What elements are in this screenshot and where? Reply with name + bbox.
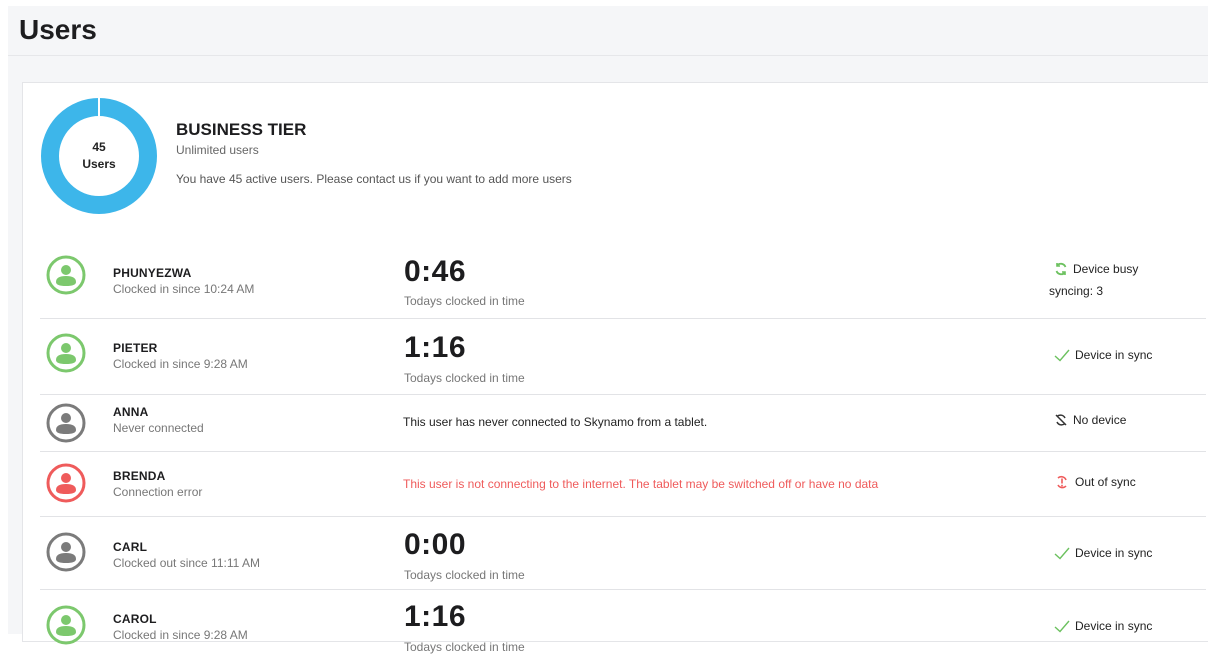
page-header: Users xyxy=(8,6,1208,56)
user-status: Connection error xyxy=(113,485,203,499)
user-name: ANNA xyxy=(113,405,149,419)
user-row[interactable]: PIETER Clocked in since 9:28 AM 1:16 Tod… xyxy=(40,319,1206,395)
clocked-time-label: Todays clocked in time xyxy=(404,371,525,385)
clocked-time-label: Todays clocked in time xyxy=(404,568,525,582)
no-sync-icon xyxy=(1055,414,1067,426)
sync-count: syncing: 3 xyxy=(1049,284,1104,298)
user-count-caption: Users xyxy=(82,157,116,171)
user-avatar-icon xyxy=(46,532,86,572)
sync-label: Device in sync xyxy=(1075,546,1153,560)
sync-status: Device busy xyxy=(1054,262,1138,276)
sync-status: Device in sync xyxy=(1054,619,1152,633)
user-row[interactable]: CARL Clocked out since 11:11 AM 0:00 Tod… xyxy=(40,517,1206,590)
content-area: 45 Users BUSINESS TIER Unlimited users Y… xyxy=(8,56,1208,654)
user-avatar-icon xyxy=(46,463,86,503)
check-icon xyxy=(1054,349,1070,362)
tier-title: BUSINESS TIER xyxy=(176,120,307,139)
user-name: BRENDA xyxy=(113,469,166,483)
check-icon xyxy=(1054,547,1070,560)
status-message: This user is not connecting to the inter… xyxy=(403,477,879,491)
user-name: PHUNYEZWA xyxy=(113,266,192,280)
user-name: PIETER xyxy=(113,341,158,355)
user-row[interactable]: BRENDA Connection error This user is not… xyxy=(40,452,1206,517)
user-count-number: 45 xyxy=(92,140,106,154)
sync-label: Out of sync xyxy=(1075,475,1136,489)
user-row[interactable]: CAROL Clocked in since 9:28 AM 1:16 Toda… xyxy=(40,590,1206,660)
out-of-sync-icon xyxy=(1057,475,1067,489)
sync-status: Device in sync xyxy=(1054,546,1152,560)
check-icon xyxy=(1054,620,1070,633)
user-status: Clocked in since 9:28 AM xyxy=(113,357,248,371)
clocked-time: 1:16 xyxy=(404,331,467,364)
user-name: CAROL xyxy=(113,612,157,626)
sync-label: Device in sync xyxy=(1075,619,1153,633)
clocked-time: 1:16 xyxy=(404,600,467,633)
user-count-label: 45 Users xyxy=(40,97,158,215)
user-avatar-icon xyxy=(46,255,86,295)
status-message: This user has never connected to Skynamo… xyxy=(403,415,708,429)
sync-status: Out of sync xyxy=(1054,475,1136,489)
clocked-time-label: Todays clocked in time xyxy=(404,640,525,654)
refresh-icon xyxy=(1055,262,1067,276)
sync-status: Device in sync xyxy=(1054,348,1152,362)
clocked-time: 0:00 xyxy=(404,528,467,561)
user-status: Clocked out since 11:11 AM xyxy=(113,556,260,570)
page-title: Users xyxy=(19,14,97,45)
tier-limit: Unlimited users xyxy=(176,143,259,157)
sync-label: Device in sync xyxy=(1075,348,1153,362)
user-status: Never connected xyxy=(113,421,204,435)
user-avatar-icon xyxy=(46,403,86,443)
user-name: CARL xyxy=(113,540,148,554)
clocked-time: 0:46 xyxy=(404,255,467,288)
tier-info: You have 45 active users. Please contact… xyxy=(176,172,572,186)
clocked-time-label: Todays clocked in time xyxy=(404,294,525,308)
user-status: Clocked in since 10:24 AM xyxy=(113,282,255,296)
sync-label: No device xyxy=(1073,413,1127,427)
user-row[interactable]: ANNA Never connected This user has never… xyxy=(40,395,1206,452)
user-avatar-icon xyxy=(46,333,86,373)
user-row[interactable]: PHUNYEZWA Clocked in since 10:24 AM 0:46… xyxy=(40,233,1206,319)
sync-label: Device busy xyxy=(1073,262,1139,276)
user-avatar-icon xyxy=(46,605,86,645)
sync-status: No device xyxy=(1054,413,1126,427)
users-card: 45 Users BUSINESS TIER Unlimited users Y… xyxy=(22,82,1208,654)
user-status: Clocked in since 9:28 AM xyxy=(113,628,248,642)
